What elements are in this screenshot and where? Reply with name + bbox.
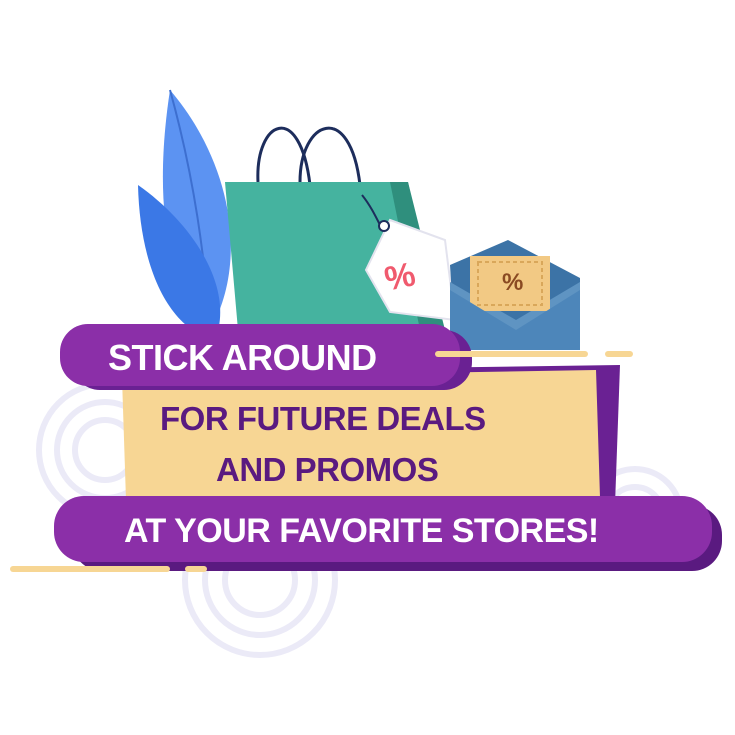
headline-line-2: FOR FUTURE DEALS xyxy=(160,400,486,437)
promo-illustration: % % STICK AROUND FOR FUTURE DEALS AND PR… xyxy=(0,0,735,735)
leaf-icon xyxy=(138,89,231,340)
headline-line-1: STICK AROUND xyxy=(108,337,377,378)
headline-line-4: AT YOUR FAVORITE STORES! xyxy=(124,512,599,550)
headline-line-3: AND PROMOS xyxy=(216,451,439,488)
coupon-percent: % xyxy=(502,269,524,296)
